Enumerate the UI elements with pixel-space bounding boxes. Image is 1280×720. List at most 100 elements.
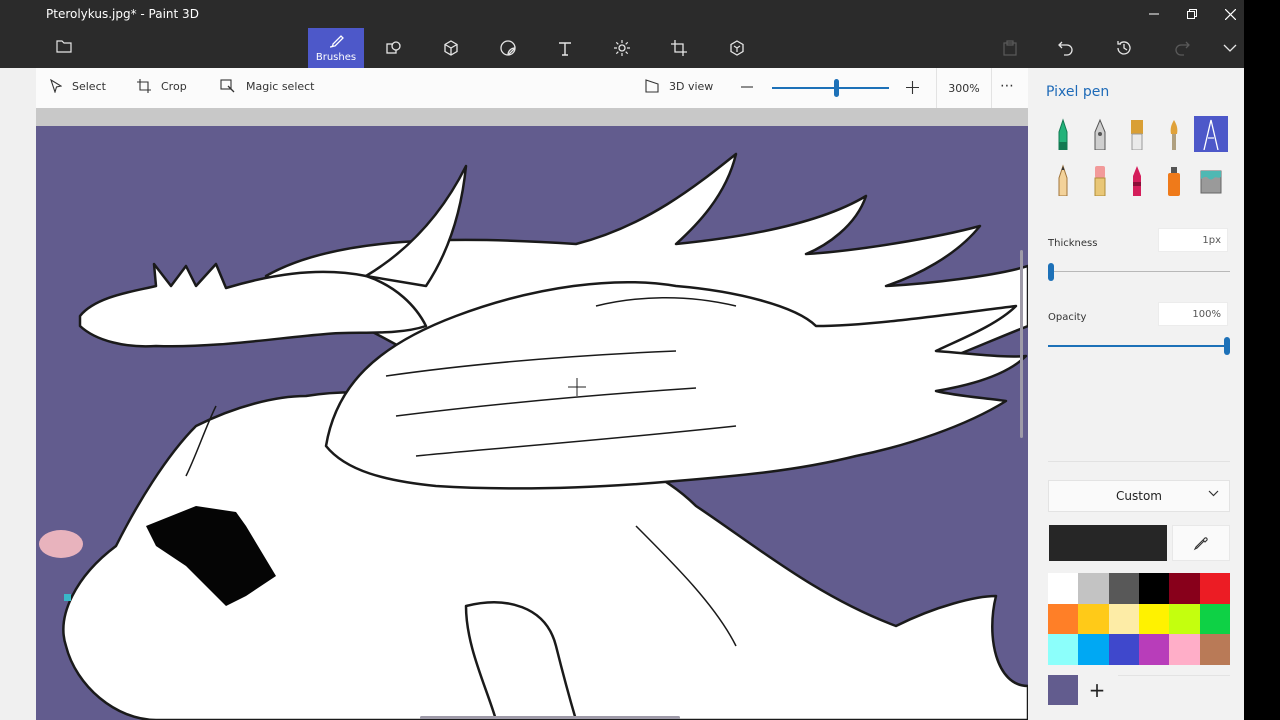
opacity-slider-track[interactable] (1048, 345, 1230, 347)
brush-pixel-pen-button[interactable] (1194, 116, 1228, 152)
color-palette (1048, 573, 1230, 665)
panel-title: Pixel pen (1046, 84, 1110, 100)
tool-3d-library[interactable] (709, 28, 765, 68)
zoom-slider-track[interactable] (772, 87, 889, 89)
select-button[interactable]: Select (50, 79, 106, 93)
color-swatch[interactable] (1199, 634, 1230, 665)
thickness-input[interactable]: 1px (1158, 228, 1228, 252)
add-color-button[interactable]: + (1082, 675, 1112, 705)
text-icon (559, 42, 571, 56)
tool-text[interactable] (537, 28, 593, 68)
opacity-slider-thumb[interactable] (1224, 337, 1230, 355)
undo-button[interactable] (1054, 36, 1078, 60)
tool-2d-shapes[interactable] (366, 28, 422, 68)
spray-can-icon (1168, 167, 1180, 196)
brush-panel: Pixel pen Thickness 1px Opacity 100% Cus… (1028, 68, 1244, 720)
2d-shapes-icon (386, 41, 401, 54)
restore-button[interactable] (1178, 3, 1206, 25)
crop-icon (137, 79, 151, 93)
brush-watercolor-button[interactable] (1157, 116, 1191, 152)
close-button[interactable] (1216, 3, 1244, 25)
color-swatch[interactable] (1199, 573, 1230, 604)
color-swatch[interactable] (1048, 573, 1079, 604)
tool-brushes[interactable]: Brushes (308, 28, 364, 68)
color-swatch[interactable] (1169, 573, 1200, 604)
select-label: Select (72, 79, 106, 93)
screen-right-border (1244, 0, 1280, 720)
opacity-input[interactable]: 100% (1158, 302, 1228, 326)
color-swatch[interactable] (1108, 603, 1139, 635)
eraser-icon (1094, 166, 1106, 196)
color-swatch[interactable] (1169, 634, 1200, 665)
thickness-slider-thumb[interactable] (1048, 263, 1054, 281)
color-swatch[interactable] (1048, 634, 1079, 665)
drawing-canvas[interactable] (36, 126, 1028, 720)
calligraphy-pen-icon (1094, 118, 1106, 150)
oil-brush-icon (1131, 120, 1143, 150)
tool-3d-shapes[interactable] (423, 28, 479, 68)
current-color-swatch[interactable] (1049, 525, 1167, 561)
brush-pencil-button[interactable] (1046, 162, 1080, 198)
magic-select-icon (220, 79, 235, 93)
opacity-label: Opacity (1048, 312, 1087, 323)
zoom-out-button[interactable] (741, 81, 763, 93)
chevron-down-icon (1208, 490, 1219, 497)
menu-folder-button[interactable] (56, 38, 74, 56)
crop-button[interactable]: Crop (137, 79, 187, 93)
history-button[interactable] (1112, 36, 1136, 60)
3d-view-label: 3D view (669, 79, 714, 93)
window-title: Pterolykus.jpg* - Paint 3D (46, 7, 199, 21)
history-icon (1117, 41, 1131, 55)
color-swatch[interactable] (1108, 573, 1139, 604)
effects-icon (614, 40, 630, 56)
3d-view-button[interactable]: 3D view (645, 79, 713, 93)
chevron-down-icon (1223, 44, 1237, 52)
brush-fill-button[interactable] (1194, 162, 1228, 198)
brush-oil-button[interactable] (1120, 116, 1154, 152)
thickness-label: Thickness (1048, 238, 1098, 249)
zoom-in-button[interactable] (906, 81, 929, 94)
expand-menu-button[interactable] (1218, 36, 1242, 60)
custom-color-swatch[interactable] (1048, 675, 1078, 705)
color-swatch[interactable] (1139, 573, 1170, 604)
color-swatch[interactable] (1048, 603, 1079, 635)
brush-icon (329, 34, 344, 48)
tool-stickers[interactable] (480, 28, 536, 68)
brush-marker-button[interactable] (1046, 116, 1080, 152)
color-swatch[interactable] (1139, 634, 1170, 665)
canvas-horizontal-scrollbar[interactable] (420, 716, 680, 719)
tool-effects[interactable] (594, 28, 650, 68)
crayon-icon (1133, 166, 1141, 196)
thickness-slider-track[interactable] (1048, 271, 1230, 272)
minus-icon (741, 86, 753, 88)
paste-button[interactable] (998, 36, 1022, 60)
color-swatch[interactable] (1078, 634, 1109, 665)
color-swatch[interactable] (1108, 634, 1139, 665)
zoom-slider-thumb[interactable] (834, 79, 840, 97)
more-options-button[interactable]: ⋯ (1000, 78, 1014, 94)
color-swatch[interactable] (1078, 573, 1109, 604)
folder-icon (56, 40, 72, 53)
command-bar: Select Crop Magic select 3D view 300% ⋯ (36, 68, 1028, 108)
color-swatch[interactable] (1078, 603, 1109, 635)
minimize-button[interactable] (1140, 3, 1168, 25)
eyedropper-button[interactable] (1172, 525, 1230, 561)
tool-canvas[interactable] (651, 28, 707, 68)
magic-select-label: Magic select (246, 79, 315, 93)
sticker-icon (500, 40, 516, 56)
color-swatch[interactable] (1199, 603, 1230, 635)
color-mode-dropdown[interactable]: Custom (1048, 480, 1230, 512)
brush-calligraphy-button[interactable] (1083, 116, 1117, 152)
brush-eraser-button[interactable] (1083, 162, 1117, 198)
canvas-vertical-scrollbar[interactable] (1020, 250, 1023, 438)
brush-spray-can-button[interactable] (1157, 162, 1191, 198)
color-swatch[interactable] (1169, 603, 1200, 635)
minimize-icon (1149, 13, 1159, 15)
eyedropper-icon (1193, 537, 1208, 551)
zoom-value[interactable]: 300% (936, 68, 992, 108)
magic-select-button[interactable]: Magic select (220, 79, 315, 93)
fill-bucket-icon (1200, 170, 1222, 194)
redo-button[interactable] (1170, 36, 1194, 60)
color-swatch[interactable] (1139, 603, 1170, 635)
brush-crayon-button[interactable] (1120, 162, 1154, 198)
